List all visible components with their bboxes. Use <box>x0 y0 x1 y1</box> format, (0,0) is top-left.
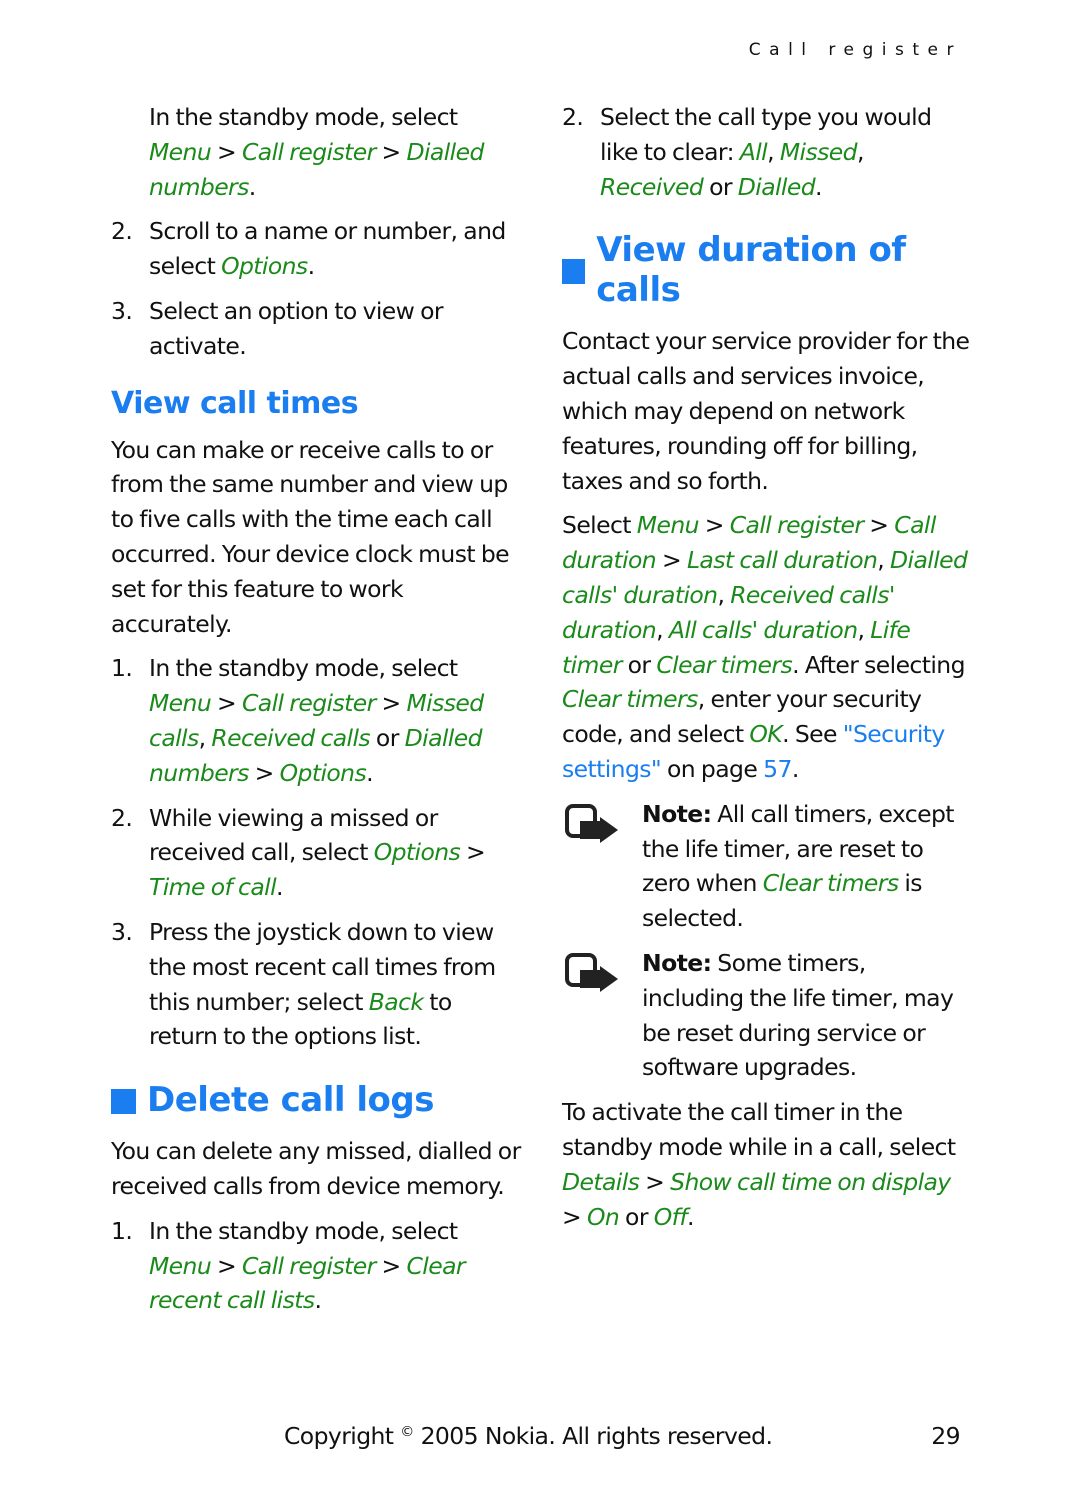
note: Note: Some timers, including the life ti… <box>562 946 972 1085</box>
note-icon <box>565 952 618 992</box>
note-icon <box>565 803 618 843</box>
page-57-link[interactable]: 57 <box>763 755 792 783</box>
list-item: 1. In the standby mode, select Menu > Ca… <box>111 654 484 787</box>
list-item: In the standby mode, select Menu > Call … <box>149 103 484 201</box>
paragraph: You can make or receive calls to or from… <box>111 435 510 638</box>
page-number: 29 <box>931 1422 960 1450</box>
section-heading-delete-call-logs: Delete call logs <box>111 1080 521 1120</box>
note: Note: All call timers, except the life t… <box>562 797 972 936</box>
left-column: In the standby mode, select Menu > Call … <box>111 100 521 1328</box>
running-head: Call register <box>748 40 962 60</box>
list-item: 3. Select an option to view or activate. <box>111 296 444 360</box>
copyright: Copyright © 2005 Nokia. All rights reser… <box>284 1422 773 1450</box>
menu-path: Menu <box>149 137 212 166</box>
menu-path: Call register <box>241 137 376 166</box>
footer: Copyright © 2005 Nokia. All rights reser… <box>284 1422 961 1450</box>
section-heading-view-call-times: View call times <box>111 385 359 421</box>
paragraph: You can delete any missed, dialled or re… <box>111 1137 521 1200</box>
section-heading-view-duration: View duration of calls <box>562 230 972 310</box>
list-item: 1. In the standby mode, select Menu > Ca… <box>111 1216 466 1315</box>
list-item: 2. While viewing a missed or received ca… <box>111 803 486 902</box>
list-item: 3. Press the joystick down to view the m… <box>111 917 496 1051</box>
right-column: 2. Select the call type you would like t… <box>562 100 972 1244</box>
paragraph-activate-timer: To activate the call timer in the standb… <box>562 1098 956 1231</box>
paragraph-select-menu: Select Menu > Call register > Call durat… <box>562 511 968 783</box>
paragraph: Contact your service provider for the ac… <box>562 327 970 495</box>
list-item: 2. Scroll to a name or number, and selec… <box>111 217 506 281</box>
list-item: 2. Select the call type you would like t… <box>562 103 932 201</box>
square-bullet-icon <box>111 1088 136 1114</box>
square-bullet-icon <box>562 258 586 284</box>
